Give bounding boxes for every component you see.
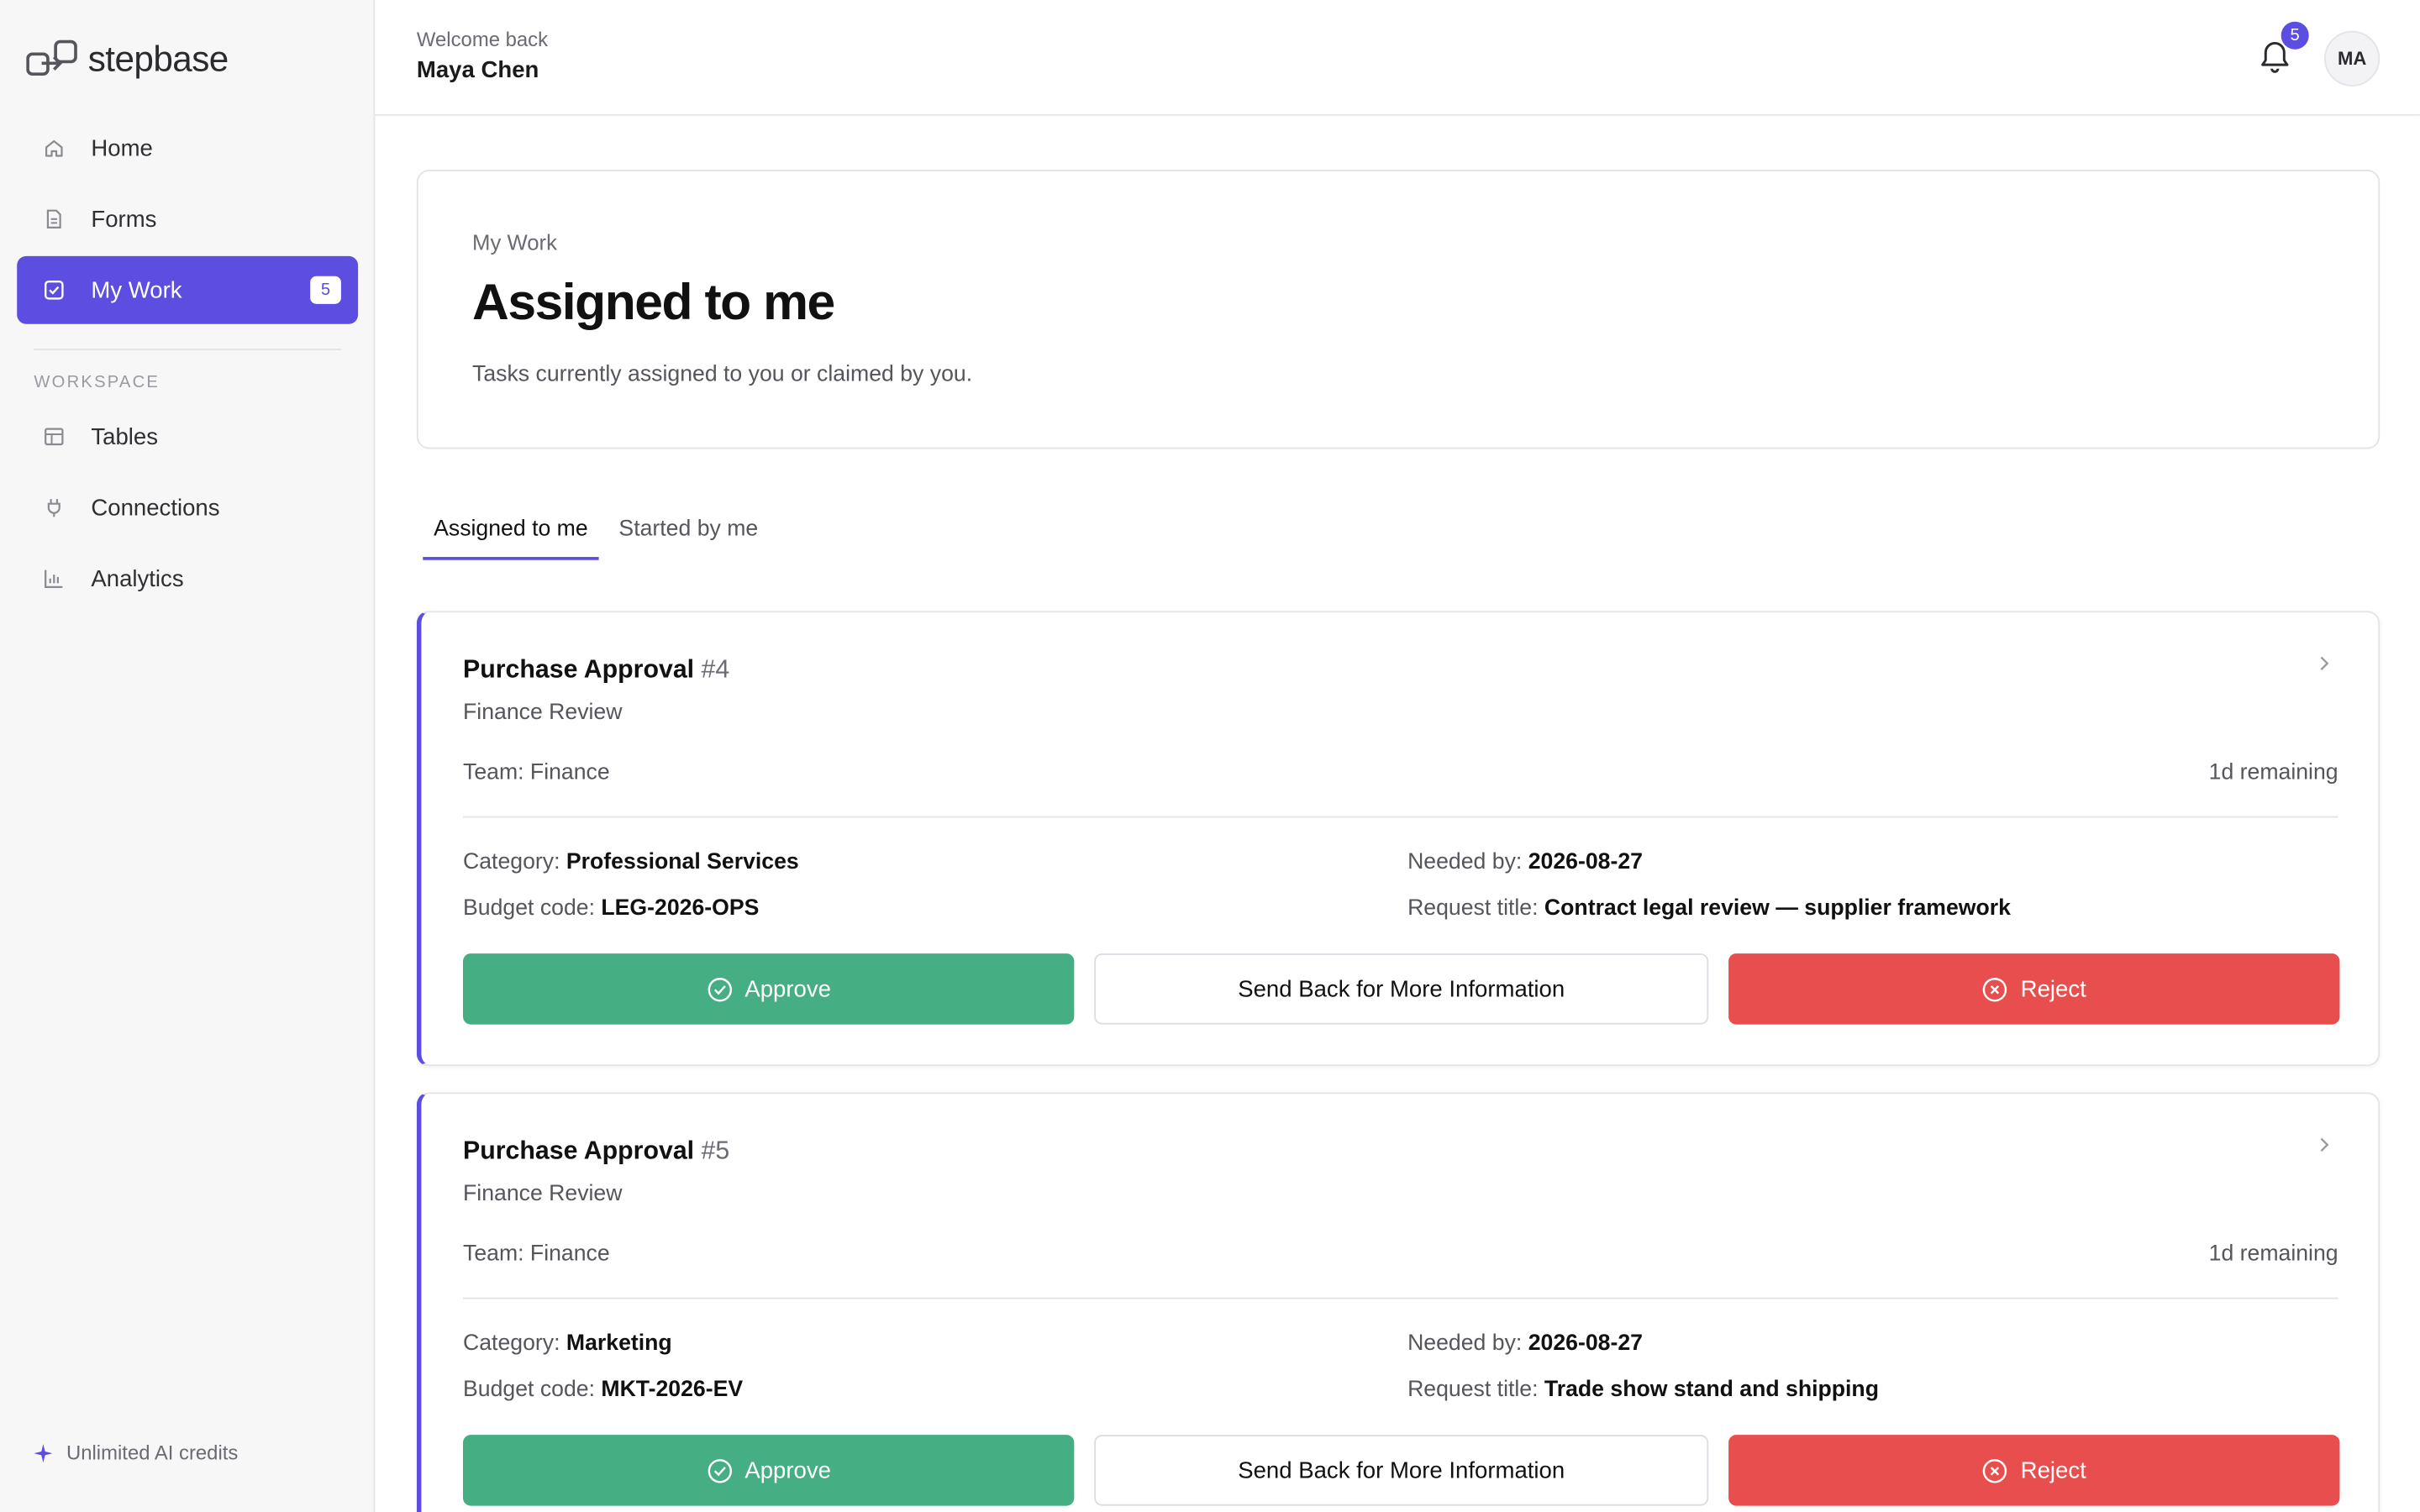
sidebar: stepbase Home Forms My Work 5 WORKSPACE … xyxy=(0,0,376,1512)
budget-label: Budget code: xyxy=(463,1378,595,1403)
budget-value: LEG-2026-OPS xyxy=(601,896,760,921)
x-circle-icon xyxy=(1983,1458,2007,1483)
category-label: Category: xyxy=(463,1331,560,1357)
task-team: Team: Finance xyxy=(463,1242,610,1267)
breadcrumb: My Work xyxy=(472,229,557,255)
welcome-text: Welcome back xyxy=(416,28,549,51)
request-title-value: Contract legal review — supplier framewo… xyxy=(1544,896,2011,921)
needed-by-field: Needed by: 2026-08-27 xyxy=(1407,1331,1643,1356)
brand-name: stepbase xyxy=(87,37,229,78)
check-circle-icon xyxy=(707,977,732,1001)
request-title-value: Trade show stand and shipping xyxy=(1544,1378,1879,1403)
page-title: Assigned to me xyxy=(472,273,835,331)
tab-started-by-me[interactable]: Started by me xyxy=(608,512,770,560)
category-value: Professional Services xyxy=(566,850,799,875)
card-divider xyxy=(463,1297,2338,1299)
sidebar-item-label: Tables xyxy=(91,423,159,450)
task-card[interactable]: Purchase Approval #5 Finance Review Team… xyxy=(416,1092,2381,1512)
category-value: Marketing xyxy=(566,1331,672,1357)
chevron-right-icon[interactable] xyxy=(2313,1134,2335,1156)
ai-credits[interactable]: Unlimited AI credits xyxy=(33,1441,239,1465)
category-field: Category: Marketing xyxy=(463,1331,672,1356)
card-divider xyxy=(463,816,2338,818)
sidebar-item-home[interactable]: Home xyxy=(17,114,358,182)
page-subtitle: Tasks currently assigned to you or claim… xyxy=(472,362,973,388)
page-header-card: My Work Assigned to me Tasks currently a… xyxy=(416,170,2381,449)
avatar[interactable]: MA xyxy=(2324,30,2381,87)
task-remaining: 1d remaining xyxy=(2208,1242,2338,1267)
request-title-field: Request title: Trade show stand and ship… xyxy=(1407,1378,1879,1402)
sidebar-item-label: Forms xyxy=(91,206,157,233)
request-title-label: Request title: xyxy=(1407,1378,1539,1403)
sidebar-item-connections[interactable]: Connections xyxy=(17,474,358,542)
x-circle-icon xyxy=(1983,977,2007,1001)
sparkles-icon xyxy=(34,1443,53,1462)
approve-label: Approve xyxy=(744,975,831,1002)
budget-value: MKT-2026-EV xyxy=(601,1378,744,1403)
workspace-nav: Tables Connections Analytics xyxy=(17,402,358,615)
needed-by-value: 2026-08-27 xyxy=(1528,1331,1643,1357)
notification-badge: 5 xyxy=(2281,21,2309,50)
workspace-section-label: WORKSPACE xyxy=(34,373,160,392)
top-header: Welcome back Maya Chen 5 MA xyxy=(375,0,2420,116)
bar-chart-icon xyxy=(42,566,66,591)
task-name: Purchase Approval xyxy=(463,1137,695,1165)
task-stage: Finance Review xyxy=(463,700,623,726)
task-card[interactable]: Purchase Approval #4 Finance Review Team… xyxy=(416,611,2381,1067)
task-number: #5 xyxy=(701,1137,730,1165)
sidebar-item-tables[interactable]: Tables xyxy=(17,402,358,470)
request-title-label: Request title: xyxy=(1407,896,1539,921)
sidebar-divider xyxy=(34,349,341,350)
task-name: Purchase Approval xyxy=(463,655,695,684)
plug-icon xyxy=(42,496,66,520)
sidebar-item-label: My Work xyxy=(91,276,182,303)
approve-button[interactable]: Approve xyxy=(463,953,1075,1025)
home-icon xyxy=(42,136,66,160)
sidebar-item-forms[interactable]: Forms xyxy=(17,185,358,253)
send-back-button[interactable]: Send Back for More Information xyxy=(1094,953,1709,1025)
task-number: #4 xyxy=(701,655,730,684)
tabs: Assigned to me Started by me xyxy=(423,512,778,560)
task-title: Purchase Approval #5 xyxy=(463,1137,729,1167)
budget-label: Budget code: xyxy=(463,896,595,921)
sidebar-item-analytics[interactable]: Analytics xyxy=(17,544,358,612)
sidebar-item-label: Home xyxy=(91,134,153,161)
send-back-button[interactable]: Send Back for More Information xyxy=(1094,1435,1709,1506)
brand[interactable]: stepbase xyxy=(26,37,229,80)
reject-button[interactable]: Reject xyxy=(1728,1435,2340,1506)
check-circle-icon xyxy=(707,1458,732,1483)
needed-by-field: Needed by: 2026-08-27 xyxy=(1407,850,1643,874)
tab-assigned-to-me[interactable]: Assigned to me xyxy=(423,512,599,560)
main-nav: Home Forms My Work 5 xyxy=(17,114,359,327)
check-square-icon xyxy=(42,278,66,302)
ai-credits-label: Unlimited AI credits xyxy=(66,1441,239,1465)
task-team: Team: Finance xyxy=(463,760,610,785)
table-icon xyxy=(42,424,66,449)
sidebar-item-my-work[interactable]: My Work 5 xyxy=(17,255,359,324)
reject-button[interactable]: Reject xyxy=(1728,953,2340,1025)
approve-button[interactable]: Approve xyxy=(463,1435,1075,1506)
reject-label: Reject xyxy=(2020,975,2086,1002)
category-label: Category: xyxy=(463,850,560,875)
budget-field: Budget code: MKT-2026-EV xyxy=(463,1378,743,1402)
category-field: Category: Professional Services xyxy=(463,850,799,874)
task-title: Purchase Approval #4 xyxy=(463,656,729,685)
needed-by-value: 2026-08-27 xyxy=(1528,850,1643,875)
task-remaining: 1d remaining xyxy=(2208,760,2338,785)
sidebar-item-label: Connections xyxy=(91,494,220,521)
sidebar-item-label: Analytics xyxy=(91,565,184,592)
document-icon xyxy=(42,207,66,231)
stepbase-logo-icon xyxy=(26,39,77,76)
request-title-field: Request title: Contract legal review — s… xyxy=(1407,896,2011,921)
budget-field: Budget code: LEG-2026-OPS xyxy=(463,896,759,921)
approve-label: Approve xyxy=(744,1457,831,1483)
needed-by-label: Needed by: xyxy=(1407,1331,1523,1357)
task-stage: Finance Review xyxy=(463,1181,623,1207)
needed-by-label: Needed by: xyxy=(1407,850,1523,875)
my-work-count-badge: 5 xyxy=(310,276,341,304)
reject-label: Reject xyxy=(2020,1457,2086,1483)
chevron-right-icon[interactable] xyxy=(2313,653,2335,675)
user-name: Maya Chen xyxy=(416,56,539,84)
